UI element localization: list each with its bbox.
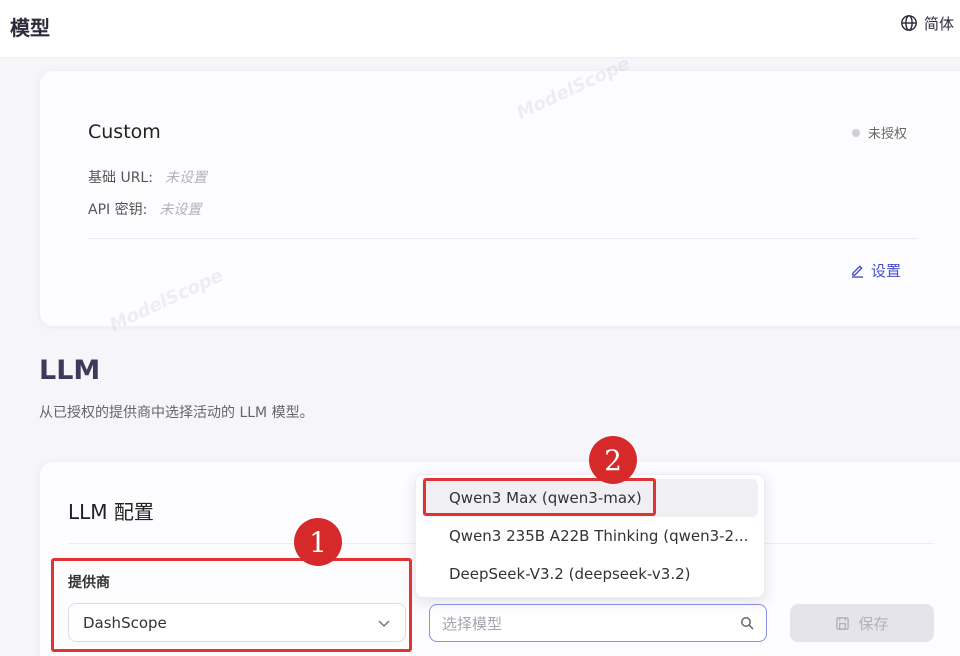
save-icon — [836, 616, 850, 630]
api-key-row: API 密钥: 未设置 — [88, 199, 201, 219]
top-bar: 模型 简体 — [0, 0, 960, 58]
base-url-row: 基础 URL: 未设置 — [88, 167, 207, 187]
language-label: 简体 — [924, 14, 955, 33]
edit-label: 设置 — [871, 262, 902, 280]
field-value: 未设置 — [164, 170, 207, 186]
divider — [88, 238, 918, 239]
step-badge-1: 1 — [294, 518, 342, 566]
pencil-icon — [851, 265, 864, 278]
model-option[interactable]: DeepSeek-V3.2 (deepseek-v3.2) — [422, 555, 758, 593]
search-icon — [741, 617, 754, 630]
field-label: API 密钥: — [88, 202, 148, 218]
status-badge: 未授权 — [852, 123, 907, 142]
model-search-input[interactable]: 选择模型 — [429, 604, 767, 642]
highlight-box-provider — [51, 558, 412, 652]
language-switcher[interactable]: 简体 — [900, 12, 954, 34]
status-dot — [852, 128, 860, 137]
section-title: LLM — [39, 355, 101, 386]
edit-settings-button[interactable]: 设置 — [850, 260, 901, 281]
highlight-box-model — [423, 478, 656, 516]
save-label: 保存 — [858, 614, 889, 633]
field-value: 未设置 — [159, 202, 202, 218]
save-button[interactable]: 保存 — [790, 604, 934, 642]
globe-icon — [901, 15, 917, 31]
field-label: 基础 URL: — [88, 170, 153, 186]
model-option[interactable]: Qwen3 235B A22B Thinking (qwen3-2... — [422, 517, 758, 555]
section-subtitle: 从已授权的提供商中选择活动的 LLM 模型。 — [39, 405, 314, 421]
page-title: 模型 — [10, 16, 50, 40]
status-label: 未授权 — [868, 127, 908, 142]
step-badge-2: 2 — [589, 436, 637, 484]
model-placeholder: 选择模型 — [442, 614, 503, 633]
config-title: LLM 配置 — [68, 500, 154, 524]
provider-name: Custom — [88, 121, 161, 143]
